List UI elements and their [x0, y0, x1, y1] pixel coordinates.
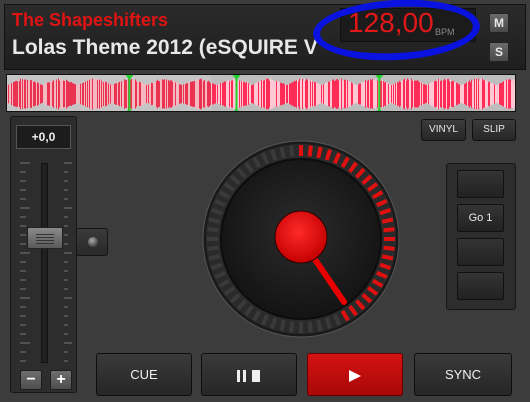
hotcue-4-button[interactable]: [457, 272, 504, 300]
waveform-graphic: [7, 75, 515, 111]
knob-icon: [88, 237, 98, 247]
play-button[interactable]: [307, 353, 403, 396]
jog-center-cap: [274, 210, 328, 264]
pause-icon: [237, 369, 260, 382]
slip-button[interactable]: SLIP: [472, 119, 516, 141]
waveform[interactable]: [6, 74, 516, 112]
track-artist: The Shapeshifters: [12, 10, 169, 30]
cue-button[interactable]: CUE: [96, 353, 192, 396]
jog-wheel[interactable]: [201, 139, 401, 339]
sync-settings-button[interactable]: S: [489, 42, 509, 62]
pitch-slider-handle[interactable]: [27, 227, 63, 249]
hotcue-3-button[interactable]: [457, 238, 504, 266]
pitch-slider-track[interactable]: [41, 163, 48, 363]
play-icon: [349, 369, 361, 382]
sync-button[interactable]: SYNC: [414, 353, 512, 396]
pitch-minus-button[interactable]: −: [20, 370, 42, 390]
hotcue-1-button[interactable]: [457, 170, 504, 198]
track-title: Lolas Theme 2012 (eSQUIRE V: [12, 36, 318, 59]
pause-button[interactable]: [201, 353, 297, 396]
pitch-range-button[interactable]: [76, 228, 108, 256]
vinyl-button[interactable]: VINYL: [421, 119, 466, 141]
master-button[interactable]: M: [489, 13, 509, 33]
pitch-readout: +0,0: [16, 125, 71, 149]
hotcue-2-button[interactable]: Go 1: [457, 204, 504, 232]
pitch-plus-button[interactable]: +: [50, 370, 72, 390]
